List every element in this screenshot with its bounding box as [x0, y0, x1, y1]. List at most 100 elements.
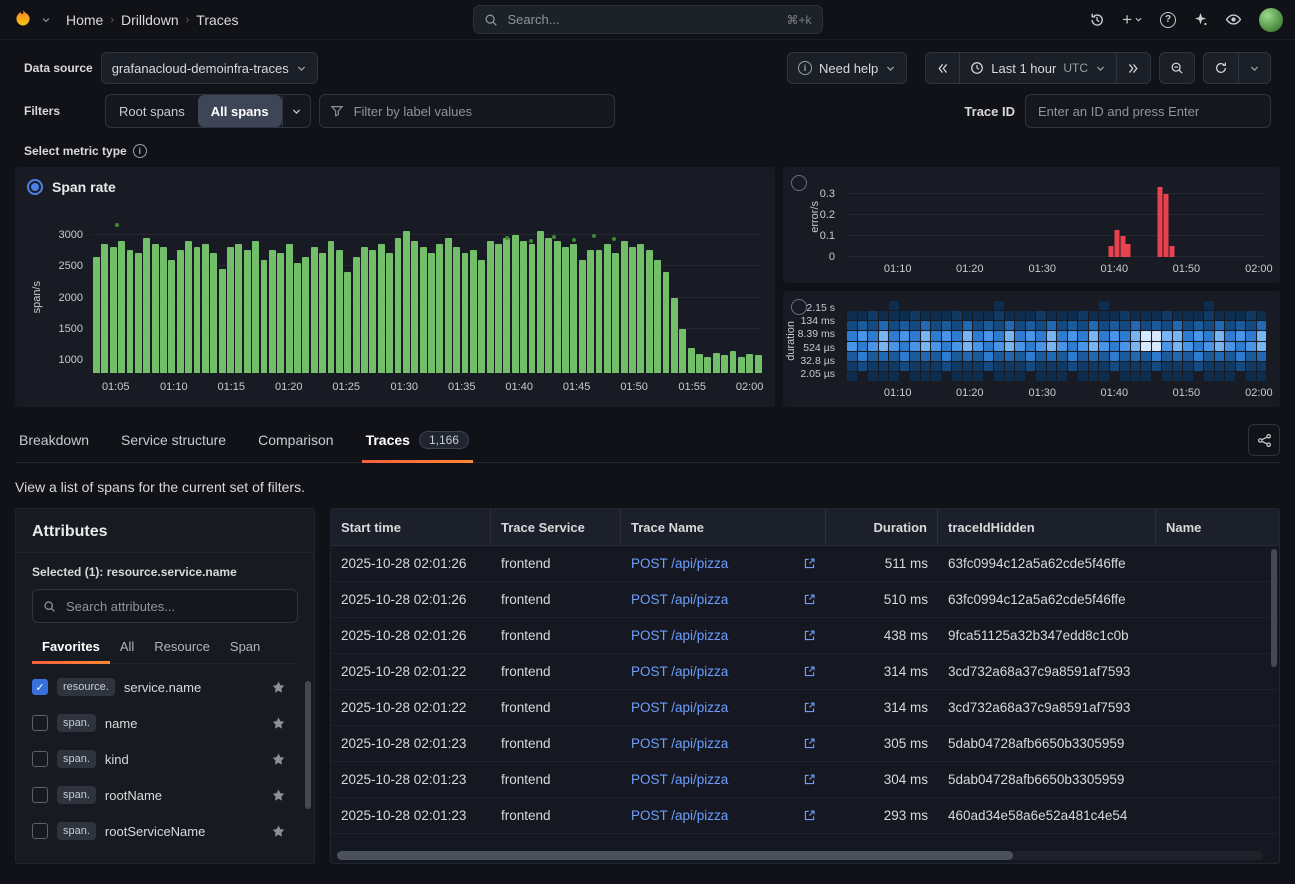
- attribute-row[interactable]: span.rootServiceName: [32, 813, 298, 849]
- attribute-search-wrap[interactable]: [32, 589, 298, 623]
- span-rate-panel[interactable]: Span rate span/s 10001500200025003000 01…: [15, 167, 775, 407]
- heatmap-cell: [879, 352, 889, 361]
- table-horizontal-scrollbar-thumb[interactable]: [337, 851, 1013, 860]
- column-header-traceidhidden[interactable]: traceIdHidden: [938, 509, 1156, 545]
- attribute-checkbox[interactable]: [32, 823, 48, 839]
- heatmap-cell: [1204, 352, 1214, 361]
- attribute-row[interactable]: ✓resource.service.name: [32, 669, 298, 705]
- attribute-checkbox[interactable]: ✓: [32, 679, 48, 695]
- share-button[interactable]: [1248, 424, 1280, 456]
- column-header-name[interactable]: Name: [1156, 509, 1279, 545]
- external-link-icon[interactable]: [803, 557, 816, 570]
- table-row[interactable]: 2025-10-28 02:01:23frontendPOST /api/piz…: [331, 726, 1279, 762]
- table-vertical-scrollbar[interactable]: [1271, 549, 1277, 667]
- table-horizontal-scrollbar[interactable]: [337, 851, 1263, 860]
- attribute-checkbox[interactable]: [32, 787, 48, 803]
- new-menu-button[interactable]: +: [1122, 11, 1143, 28]
- favorite-star-icon[interactable]: [271, 824, 286, 839]
- attribute-checkbox[interactable]: [32, 751, 48, 767]
- trace-name-link[interactable]: POST /api/pizza: [631, 700, 728, 715]
- segment-root-spans[interactable]: Root spans: [106, 95, 198, 127]
- external-link-icon[interactable]: [803, 737, 816, 750]
- zoom-out-button[interactable]: [1159, 52, 1195, 84]
- refresh-button[interactable]: [1203, 52, 1239, 84]
- trace-name-link[interactable]: POST /api/pizza: [631, 664, 728, 679]
- y-axis-tick-label: 524 µs: [791, 342, 835, 354]
- attribute-search-input[interactable]: [64, 598, 287, 615]
- attribute-row[interactable]: span.rootName: [32, 777, 298, 813]
- data-source-select[interactable]: grafanacloud-demoinfra-traces: [101, 52, 318, 84]
- trace-id-input[interactable]: [1036, 103, 1260, 120]
- trace-name-link[interactable]: POST /api/pizza: [631, 628, 728, 643]
- table-row[interactable]: 2025-10-28 02:01:26frontendPOST /api/piz…: [331, 546, 1279, 582]
- search-input[interactable]: [506, 11, 779, 28]
- table-row[interactable]: 2025-10-28 02:01:23frontendPOST /api/piz…: [331, 762, 1279, 798]
- tab-service-structure[interactable]: Service structure: [117, 421, 230, 462]
- attributes-scrollbar[interactable]: [305, 681, 311, 809]
- attr-tab-span[interactable]: Span: [220, 630, 270, 663]
- table-row[interactable]: 2025-10-28 02:01:26frontendPOST /api/piz…: [331, 618, 1279, 654]
- trace-id-input-wrap[interactable]: [1025, 94, 1271, 128]
- trace-name-link[interactable]: POST /api/pizza: [631, 736, 728, 751]
- external-link-icon[interactable]: [803, 701, 816, 714]
- error-rate-radio[interactable]: [791, 175, 807, 191]
- duration-radio[interactable]: [791, 299, 807, 315]
- column-header-trace-service[interactable]: Trace Service: [491, 509, 621, 545]
- trace-name-link[interactable]: POST /api/pizza: [631, 808, 728, 823]
- external-link-icon[interactable]: [803, 593, 816, 606]
- breadcrumb-home[interactable]: Home: [66, 12, 103, 28]
- heatmap-cell: [1005, 331, 1015, 340]
- time-shift-forward-button[interactable]: [1116, 52, 1151, 84]
- favorite-star-icon[interactable]: [271, 680, 286, 695]
- label-filter-input[interactable]: [352, 103, 604, 120]
- breadcrumb-traces[interactable]: Traces: [196, 12, 238, 28]
- attribute-checkbox[interactable]: [32, 715, 48, 731]
- column-header-trace-name[interactable]: Trace Name: [621, 509, 826, 545]
- help-button[interactable]: ?: [1160, 12, 1176, 28]
- trace-name-link[interactable]: POST /api/pizza: [631, 592, 728, 607]
- user-avatar[interactable]: [1259, 8, 1283, 32]
- org-switcher-chevron-icon[interactable]: [41, 15, 51, 25]
- need-help-button[interactable]: i Need help: [787, 52, 907, 84]
- attr-tab-favorites[interactable]: Favorites: [32, 630, 110, 663]
- grot-ai-button[interactable]: [1193, 12, 1208, 27]
- tab-traces[interactable]: Traces1,166: [362, 421, 473, 462]
- duration-panel[interactable]: duration 2.15 s134 ms8.39 ms524 µs32.8 µ…: [783, 291, 1280, 407]
- heatmap-cell: [1194, 372, 1204, 381]
- attr-tab-resource[interactable]: Resource: [144, 630, 220, 663]
- grafana-logo[interactable]: [12, 9, 34, 31]
- tab-comparison[interactable]: Comparison: [254, 421, 337, 462]
- favorite-star-icon[interactable]: [271, 788, 286, 803]
- history-button[interactable]: [1089, 12, 1105, 28]
- table-row[interactable]: 2025-10-28 02:01:22frontendPOST /api/piz…: [331, 654, 1279, 690]
- table-row[interactable]: 2025-10-28 02:01:22frontendPOST /api/piz…: [331, 690, 1279, 726]
- label-filter-input-wrap[interactable]: [319, 94, 615, 128]
- trace-name-link[interactable]: POST /api/pizza: [631, 772, 728, 787]
- trace-name-link[interactable]: POST /api/pizza: [631, 556, 728, 571]
- column-header-start-time[interactable]: Start time: [331, 509, 491, 545]
- attr-tab-all[interactable]: All: [110, 630, 144, 663]
- external-link-icon[interactable]: [803, 629, 816, 642]
- global-search[interactable]: ⌘+k: [473, 5, 823, 34]
- segment-dropdown-button[interactable]: [282, 95, 310, 127]
- tab-breakdown[interactable]: Breakdown: [15, 421, 93, 462]
- time-shift-back-button[interactable]: [925, 52, 960, 84]
- error-rate-panel[interactable]: error/s 00.10.20.3 01:1001:2001:3001:400…: [783, 167, 1280, 283]
- favorite-star-icon[interactable]: [271, 752, 286, 767]
- breadcrumb-drilldown[interactable]: Drilldown: [121, 12, 179, 28]
- segment-all-spans[interactable]: All spans: [198, 95, 282, 127]
- span-rate-radio[interactable]: [27, 179, 43, 195]
- time-range-picker[interactable]: Last 1 hour UTC: [959, 52, 1117, 84]
- attribute-row[interactable]: span.kind: [32, 741, 298, 777]
- refresh-interval-button[interactable]: [1238, 52, 1271, 84]
- table-row[interactable]: 2025-10-28 02:01:26frontendPOST /api/piz…: [331, 582, 1279, 618]
- attribute-row[interactable]: span.name: [32, 705, 298, 741]
- activity-button[interactable]: [1225, 11, 1242, 28]
- favorite-star-icon[interactable]: [271, 716, 286, 731]
- table-row[interactable]: 2025-10-28 02:01:23frontendPOST /api/piz…: [331, 798, 1279, 834]
- external-link-icon[interactable]: [803, 809, 816, 822]
- info-circle-icon[interactable]: i: [133, 144, 147, 158]
- column-header-duration[interactable]: Duration: [826, 509, 938, 545]
- external-link-icon[interactable]: [803, 665, 816, 678]
- external-link-icon[interactable]: [803, 773, 816, 786]
